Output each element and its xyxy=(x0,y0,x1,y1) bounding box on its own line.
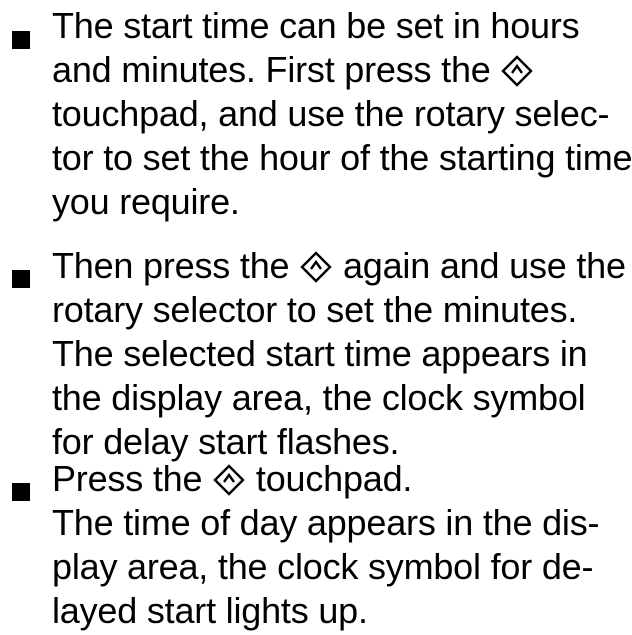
bullet-marker xyxy=(12,270,30,288)
text-line: touchpad, and use the rotary selec- xyxy=(52,93,610,134)
text-line: tor to set the hour of the starting time xyxy=(52,137,632,178)
instruction-text: Then press the again and use the rotary … xyxy=(52,244,632,464)
text-line: layed start lights up. xyxy=(52,590,368,631)
bullet-marker xyxy=(12,483,30,501)
text-line: play area, the clock symbol for de- xyxy=(52,546,594,587)
start-touchpad-icon xyxy=(501,55,534,87)
start-touchpad-icon xyxy=(213,464,245,496)
text-line: and minutes. First press the xyxy=(52,48,632,92)
start-touchpad-icon xyxy=(300,251,332,283)
instruction-page: The start time can be set in hours and m… xyxy=(0,0,632,635)
text-line: the display area, the clock symbol xyxy=(52,377,586,418)
text-line: The start time can be set in hours xyxy=(52,5,580,46)
text-line: Then press the again and use the xyxy=(52,245,626,286)
bullet-marker xyxy=(12,31,30,49)
text-line: The time of day appears in the dis- xyxy=(52,502,600,543)
instruction-text: The start time can be set in hours and m… xyxy=(52,4,632,224)
text-line: The selected start time appears in xyxy=(52,333,588,374)
text-line: you require. xyxy=(52,181,240,222)
text-line: Press the touchpad. xyxy=(52,458,413,499)
text-line: rotary selector to set the minutes. xyxy=(52,289,578,330)
instruction-text: Press the touchpad. The time of day appe… xyxy=(52,457,632,633)
